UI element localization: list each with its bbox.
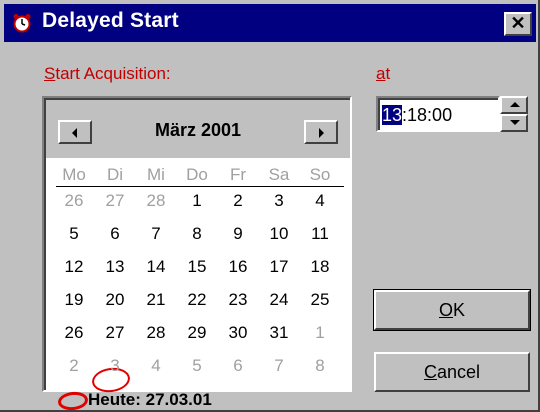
alarm-clock-icon xyxy=(13,14,31,33)
calendar-day[interactable]: 4 xyxy=(138,355,174,377)
calendar-day[interactable]: 26 xyxy=(56,190,92,212)
calendar-day[interactable]: 16 xyxy=(220,256,256,278)
next-month-button[interactable] xyxy=(304,120,338,144)
calendar-day[interactable]: 5 xyxy=(179,355,215,377)
time-input[interactable]: 13:18:00 xyxy=(376,96,500,132)
weekday-label: Do xyxy=(186,165,208,184)
calendar-day[interactable]: 23 xyxy=(220,289,256,311)
arrow-left-icon xyxy=(72,128,77,138)
calendar-day[interactable]: 2 xyxy=(220,190,256,212)
time-increment-button[interactable] xyxy=(500,96,528,114)
date-calendar[interactable]: März 2001 Mo Di Mi Do Fr Sa So 26 27 28 1 2 3… xyxy=(42,96,352,412)
calendar-header: März 2001 xyxy=(46,100,350,158)
calendar-day[interactable]: 12 xyxy=(56,256,92,278)
calendar-day[interactable]: 1 xyxy=(302,322,338,344)
previous-month-button[interactable] xyxy=(58,120,92,144)
calendar-day[interactable]: 3 xyxy=(97,355,133,377)
delayed-start-dialog: Delayed Start ✕ Start Acquisition: at Mä… xyxy=(0,0,540,412)
calendar-day[interactable]: 10 xyxy=(261,223,297,245)
weekday-label: Sa xyxy=(268,165,290,184)
calendar-day[interactable]: 6 xyxy=(97,223,133,245)
time-decrement-button[interactable] xyxy=(500,114,528,132)
cancel-button[interactable]: Cancel xyxy=(374,352,530,392)
calendar-day[interactable]: 11 xyxy=(302,223,338,245)
calendar-day[interactable]: 29 xyxy=(179,322,215,344)
calendar-day[interactable]: 21 xyxy=(138,289,174,311)
calendar-day[interactable]: 9 xyxy=(220,223,256,245)
arrow-right-icon xyxy=(319,128,324,138)
calendar-day[interactable]: 15 xyxy=(179,256,215,278)
calendar-day[interactable]: 4 xyxy=(302,190,338,212)
calendar-day[interactable]: 14 xyxy=(138,256,174,278)
calendar-day[interactable]: 3 xyxy=(261,190,297,212)
calendar-day[interactable]: 24 xyxy=(261,289,297,311)
weekday-label: Mi xyxy=(147,165,165,184)
calendar-day[interactable]: 8 xyxy=(179,223,215,245)
start-acquisition-label: Start Acquisition: xyxy=(44,64,171,83)
calendar-day[interactable]: 27 xyxy=(97,322,133,344)
calendar-day[interactable]: 22 xyxy=(179,289,215,311)
time-minutes-seconds[interactable]: :18:00 xyxy=(402,105,452,125)
weekday-label: Di xyxy=(106,165,124,184)
at-label: at xyxy=(376,64,391,83)
ok-button[interactable]: OK xyxy=(373,289,531,331)
calendar-day[interactable]: 27 xyxy=(97,190,133,212)
calendar-day[interactable]: 1 xyxy=(179,190,215,212)
today-label[interactable]: Heute: 27.03.01 xyxy=(60,390,212,410)
calendar-day[interactable]: 6 xyxy=(220,355,256,377)
calendar-day[interactable]: 13 xyxy=(97,256,133,278)
calendar-day[interactable]: 28 xyxy=(138,322,174,344)
weekday-label: Fr xyxy=(229,165,247,184)
calendar-day[interactable]: 28 xyxy=(138,190,174,212)
arrow-up-icon xyxy=(510,102,520,107)
weekday-label: So xyxy=(309,165,331,184)
month-year-label: März 2001 xyxy=(154,120,242,140)
time-spinner xyxy=(500,96,528,132)
calendar-day[interactable]: 5 xyxy=(56,223,92,245)
calendar-day[interactable]: 31 xyxy=(261,322,297,344)
calendar-day[interactable]: 25 xyxy=(302,289,338,311)
calendar-day[interactable]: 19 xyxy=(56,289,92,311)
calendar-day[interactable]: 20 xyxy=(97,289,133,311)
close-icon: ✕ xyxy=(510,13,526,33)
calendar-day[interactable]: 26 xyxy=(56,322,92,344)
calendar-day[interactable]: 2 xyxy=(56,355,92,377)
calendar-day[interactable]: 7 xyxy=(261,355,297,377)
title-bar[interactable]: Delayed Start ✕ xyxy=(4,4,536,42)
arrow-down-icon xyxy=(510,120,520,125)
calendar-day[interactable]: 30 xyxy=(220,322,256,344)
close-button[interactable]: ✕ xyxy=(504,12,532,36)
time-hour-selected[interactable]: 13 xyxy=(382,105,403,125)
weekday-label: Mo xyxy=(62,165,86,184)
weekday-header-row: Mo Di Mi Do Fr Sa So xyxy=(56,164,344,187)
calendar-day[interactable]: 17 xyxy=(261,256,297,278)
calendar-day[interactable]: 8 xyxy=(302,355,338,377)
calendar-day[interactable]: 7 xyxy=(138,223,174,245)
calendar-day[interactable]: 18 xyxy=(302,256,338,278)
window-title: Delayed Start xyxy=(42,9,179,32)
